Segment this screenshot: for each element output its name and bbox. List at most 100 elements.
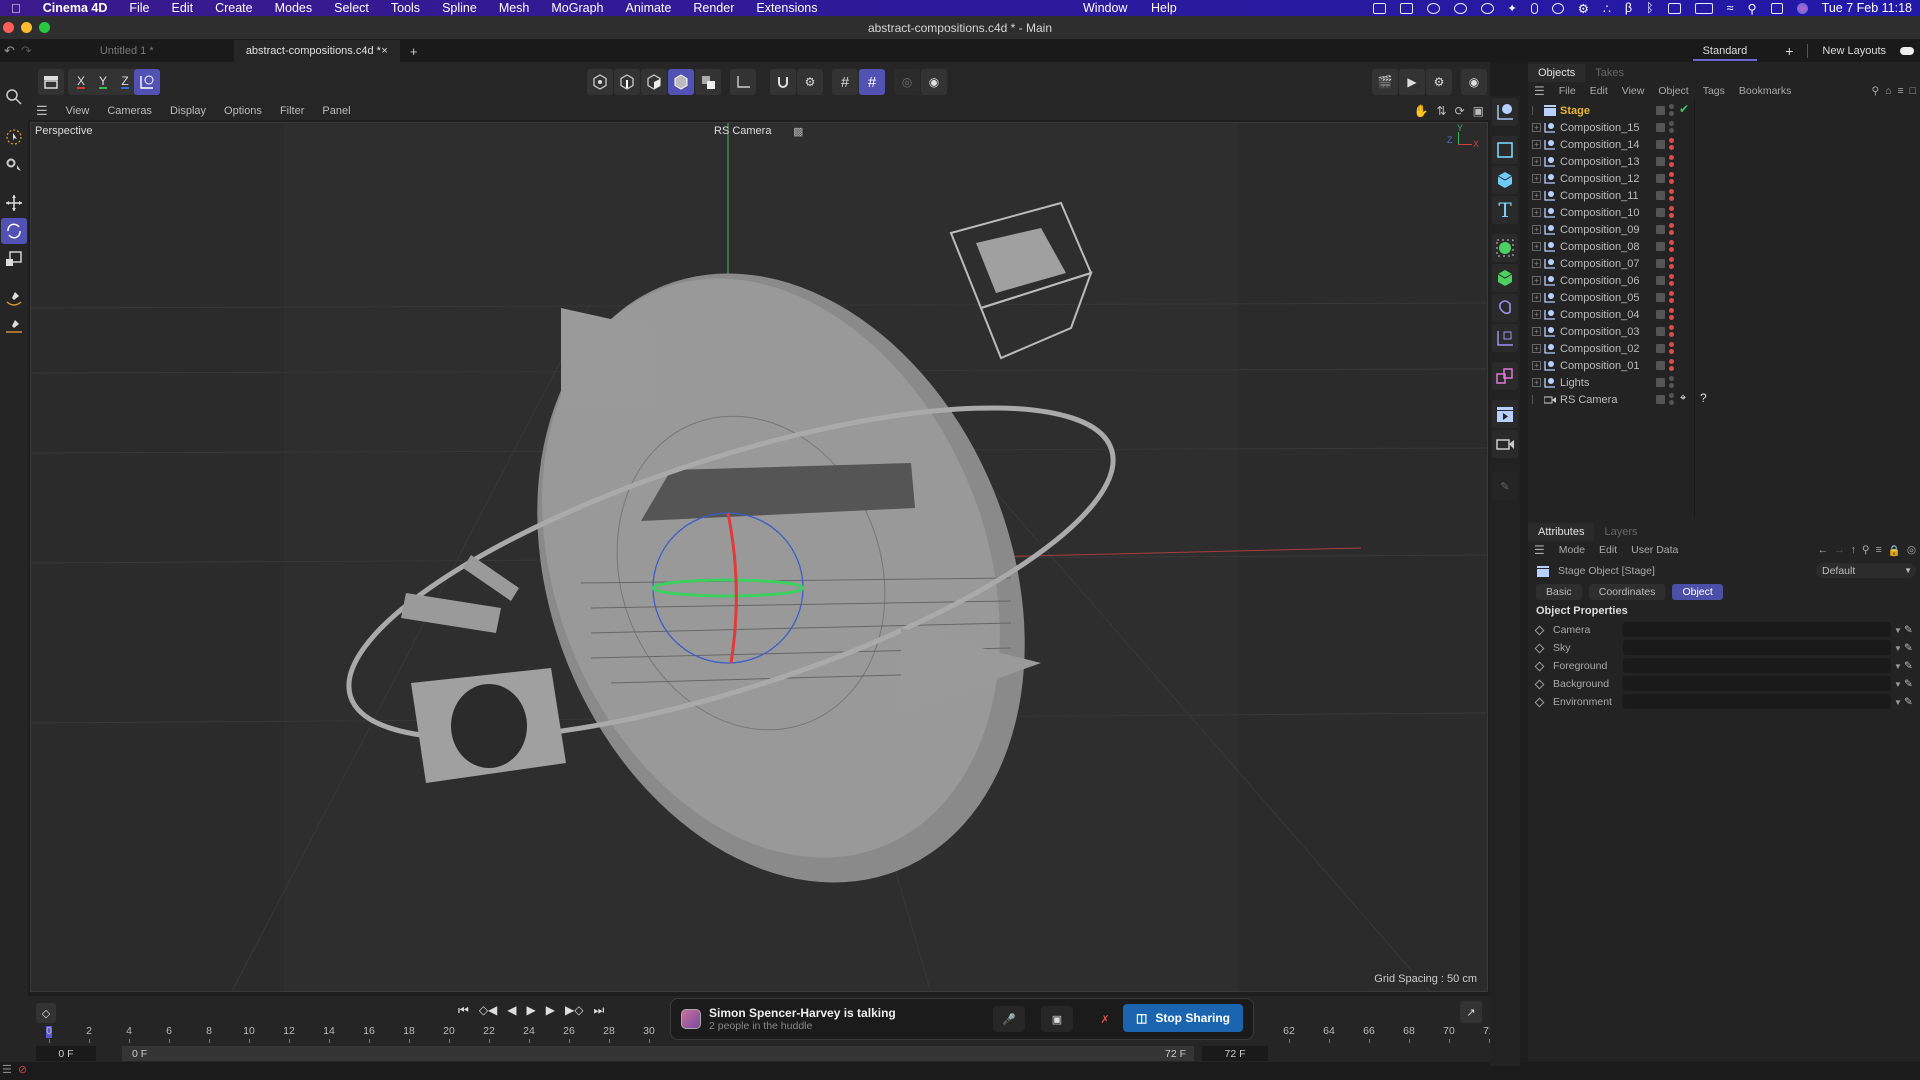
viewport-menu-options[interactable]: Options (224, 105, 262, 117)
siri-icon[interactable] (1796, 2, 1808, 14)
object-row[interactable]: + Composition_10 (1528, 204, 1920, 221)
viewport-menu-cameras[interactable]: Cameras (107, 105, 152, 117)
dolly-icon[interactable]: ⇅ (1437, 104, 1447, 118)
pick-object-icon[interactable]: ✎ (1904, 624, 1913, 636)
object-row[interactable]: + Composition_06 (1528, 272, 1920, 289)
clock[interactable]: Tue 7 Feb 11:18 (1822, 1, 1912, 15)
filter-icon[interactable]: ≡ (1898, 85, 1904, 97)
object-row[interactable]: + Composition_11 (1528, 187, 1920, 204)
camera-icon[interactable]: ▩ (793, 125, 803, 138)
max-frame-field[interactable]: 72 F (1202, 1046, 1268, 1061)
spotlight-icon[interactable]: ⚲ (1748, 1, 1757, 16)
pick-object-icon[interactable]: ✎ (1904, 678, 1913, 690)
keyframe-diamond-icon[interactable] (1534, 679, 1545, 689)
layout-standard[interactable]: Standard (1692, 42, 1758, 61)
keyframe-diamond-icon[interactable] (1534, 625, 1545, 635)
layer-toggle[interactable] (1656, 157, 1665, 166)
snap-button[interactable] (770, 69, 796, 95)
extrude-button[interactable] (1492, 264, 1518, 292)
property-link-field[interactable] (1623, 676, 1891, 691)
object-row[interactable]: + Composition_12 (1528, 170, 1920, 187)
orbit-icon[interactable]: ⟳ (1455, 104, 1465, 118)
next-key-button[interactable]: ▶◇ (565, 1003, 583, 1023)
expand-toggle[interactable]: + (1532, 276, 1541, 285)
pan-hand-icon[interactable]: ✋ (1414, 104, 1429, 118)
spline-pen-tool[interactable] (1, 286, 27, 312)
mute-button[interactable]: 🎤 (993, 1006, 1025, 1032)
visibility-dots[interactable] (1669, 155, 1674, 169)
link-dropdown-icon[interactable]: ▼ (1894, 698, 1902, 707)
menu-edit[interactable]: Edit (161, 1, 205, 15)
visibility-dots[interactable] (1669, 376, 1674, 390)
axis-mode-button[interactable] (730, 69, 756, 95)
move-tool[interactable] (1, 190, 27, 216)
unknown-tag-icon[interactable]: ? (1700, 391, 1707, 405)
lock-icon[interactable]: 🔒 (1888, 544, 1901, 557)
text-button[interactable]: T (1492, 196, 1518, 224)
layer-toggle[interactable] (1656, 191, 1665, 200)
layer-toggle[interactable] (1656, 106, 1665, 115)
visibility-dots[interactable] (1669, 121, 1674, 135)
objects-hamburger-icon[interactable]: ☰ (1534, 84, 1545, 98)
next-frame-button[interactable]: ▶ (546, 1003, 555, 1023)
object-row[interactable]: + Composition_14 (1528, 136, 1920, 153)
check-tag-icon[interactable]: ✔ (1679, 102, 1689, 116)
menu-animate[interactable]: Animate (615, 1, 683, 15)
focus-tag-icon[interactable]: ⌖ (1680, 392, 1686, 405)
cube-button[interactable] (1492, 166, 1518, 194)
objects-menu-tags[interactable]: Tags (1703, 85, 1725, 97)
keyframe-button[interactable]: ◇ (36, 1003, 56, 1023)
new-layouts-toggle[interactable] (1900, 47, 1914, 55)
visibility-dots[interactable] (1669, 342, 1674, 356)
viewport-menu-display[interactable]: Display (170, 105, 206, 117)
doc-tab-untitled[interactable]: Untitled 1 * (88, 40, 208, 62)
active-camera-label[interactable]: RS Camera (714, 125, 771, 137)
go-to-end-button[interactable]: ⏭ (593, 1003, 604, 1023)
object-row[interactable]: + Composition_02 (1528, 340, 1920, 357)
menu-window[interactable]: Window (1072, 1, 1138, 15)
expand-toggle[interactable]: + (1532, 293, 1541, 302)
layer-toggle[interactable] (1656, 276, 1665, 285)
solo-settings-button[interactable]: ◉ (921, 69, 947, 95)
objects-menu-object[interactable]: Object (1658, 85, 1688, 97)
attributes-hamburger-icon[interactable]: ☰ (1534, 543, 1545, 557)
link-dropdown-icon[interactable]: ▼ (1894, 626, 1902, 635)
subdivision-button[interactable] (1492, 234, 1518, 262)
deformer-button[interactable] (1492, 294, 1518, 322)
keyframe-diamond-icon[interactable] (1534, 661, 1545, 671)
status-icon-3[interactable] (1426, 2, 1440, 14)
workplane-button[interactable]: # (832, 69, 858, 95)
forward-arrow-icon[interactable]: → (1834, 544, 1845, 557)
minimize-window-button[interactable] (21, 22, 32, 33)
null-object-button[interactable] (1492, 98, 1518, 126)
snap-settings-button[interactable]: ⚙ (797, 69, 823, 95)
viewport-name[interactable]: Perspective (35, 125, 92, 137)
visibility-dots[interactable] (1669, 359, 1674, 373)
menu-modes[interactable]: Modes (264, 1, 324, 15)
render-settings-button[interactable]: ⚙ (1426, 69, 1452, 95)
subtab-object[interactable]: Object (1672, 584, 1723, 600)
render-view-button[interactable]: 🎬 (1372, 69, 1398, 95)
object-row[interactable]: + Composition_13 (1528, 153, 1920, 170)
expand-toggle[interactable]: + (1532, 378, 1541, 387)
expand-toggle[interactable]: + (1532, 361, 1541, 370)
target-icon[interactable]: ◎ (1907, 544, 1916, 557)
expand-toggle[interactable]: + (1532, 208, 1541, 217)
layer-toggle[interactable] (1656, 293, 1665, 302)
layer-toggle[interactable] (1656, 395, 1665, 404)
visibility-dots[interactable] (1669, 104, 1674, 118)
link-dropdown-icon[interactable]: ▼ (1894, 662, 1902, 671)
layer-toggle[interactable] (1656, 225, 1665, 234)
status-menu-icon[interactable]: ☰ (2, 1063, 12, 1076)
viewport-menu-view[interactable]: View (66, 105, 90, 117)
fcurve-button[interactable]: ↗ (1460, 1001, 1482, 1023)
back-arrow-icon[interactable]: ← (1818, 544, 1829, 557)
visibility-dots[interactable] (1669, 172, 1674, 186)
edit-button[interactable]: ✎ (1492, 472, 1518, 500)
spline-line-tool[interactable] (1, 314, 27, 340)
add-layout-button[interactable]: + (1785, 43, 1793, 59)
undo-icon[interactable]: ↶ (4, 43, 15, 59)
menu-file[interactable]: File (118, 1, 160, 15)
visibility-dots[interactable] (1669, 308, 1674, 322)
doc-tab-abstract-compositions[interactable]: abstract-compositions.c4d * × (233, 40, 400, 62)
